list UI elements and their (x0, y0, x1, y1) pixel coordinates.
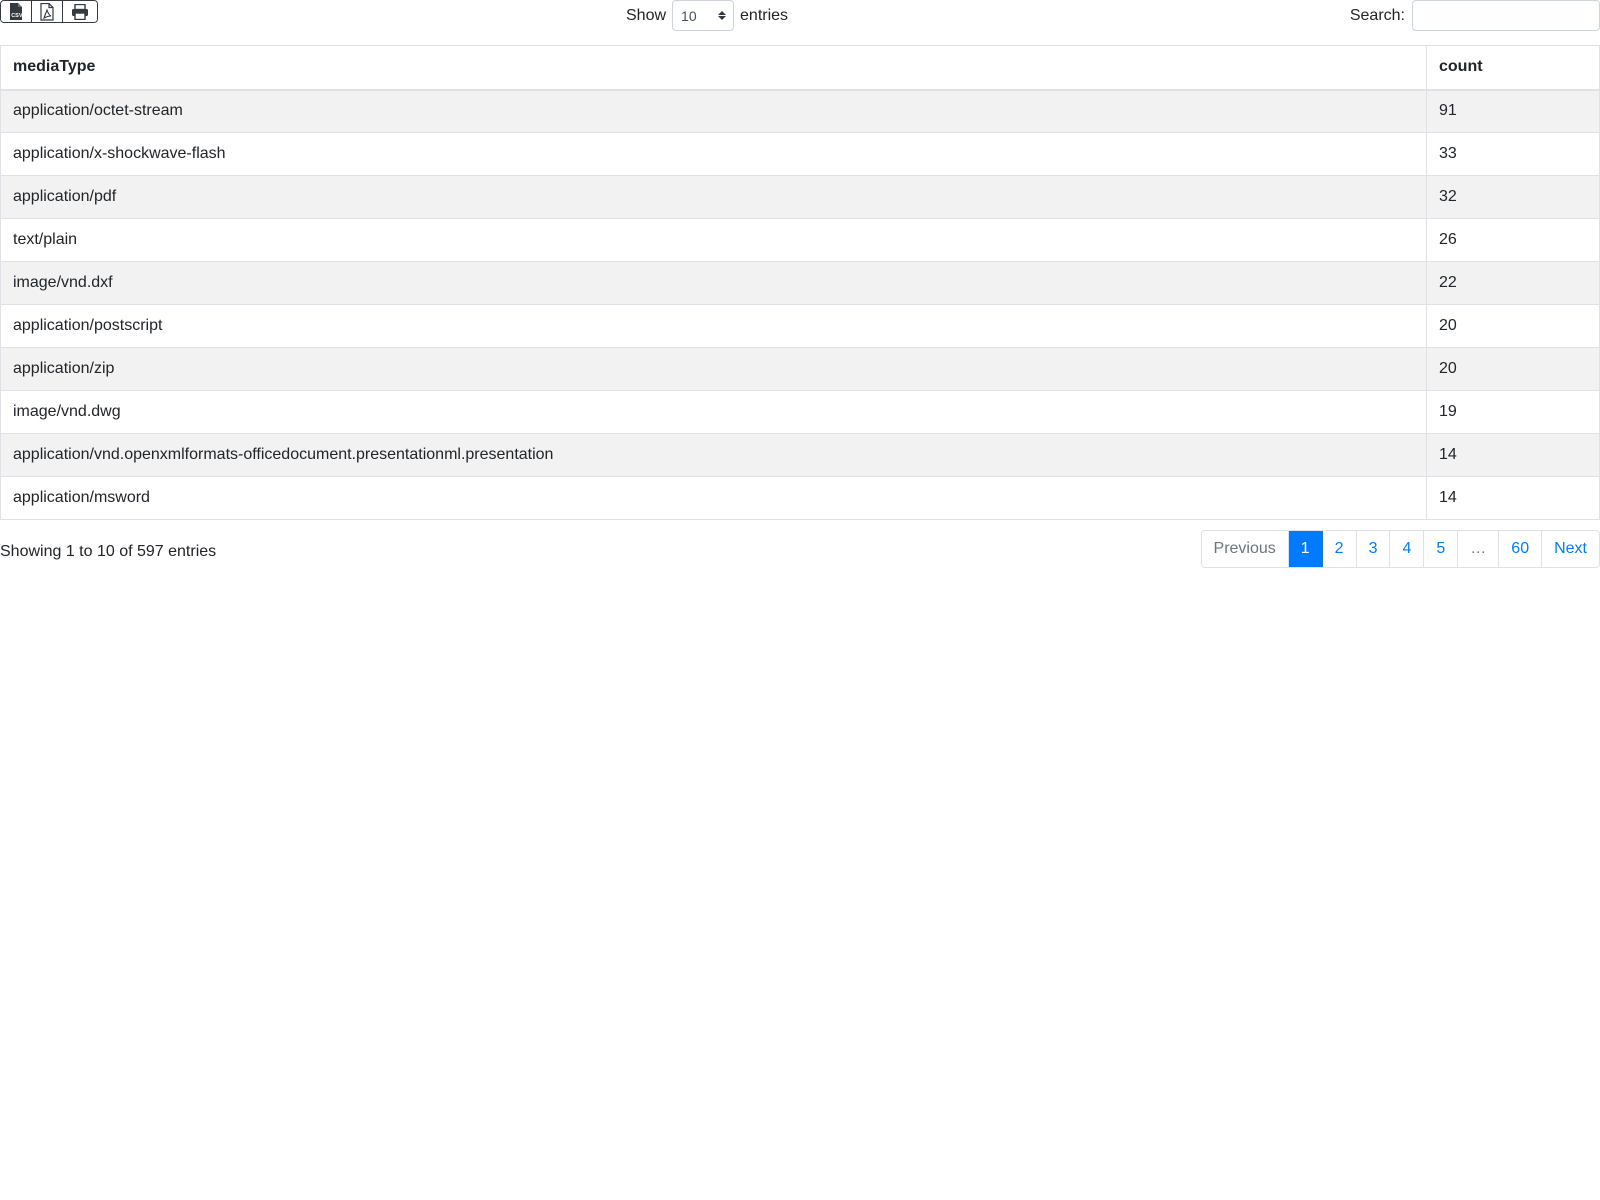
page-button-4[interactable]: 4 (1390, 531, 1425, 567)
cell-mediatype: application/vnd.openxmlformats-officedoc… (0, 433, 1427, 477)
search-control: Search: (1350, 0, 1600, 31)
table-row: application/vnd.openxmlformats-officedoc… (0, 433, 1600, 477)
svg-text:CSV: CSV (11, 13, 23, 19)
csv-file-icon: CSV (10, 2, 23, 20)
csv-export-button[interactable]: CSV (1, 1, 32, 22)
page-button-5[interactable]: 5 (1424, 531, 1459, 567)
table-row: application/pdf 32 (0, 175, 1600, 219)
pagination-ellipsis: … (1458, 531, 1500, 567)
cell-count: 20 (1426, 304, 1600, 348)
page-length-select[interactable]: 10 (672, 0, 735, 31)
table-row: image/vnd.dxf 22 (0, 261, 1600, 305)
pdf-export-button[interactable] (32, 1, 63, 22)
page-button-last[interactable]: 60 (1499, 531, 1543, 567)
cell-mediatype: application/postscript (0, 304, 1427, 348)
table-header-row: mediaType count (0, 45, 1600, 91)
cell-mediatype: application/pdf (0, 175, 1427, 219)
select-arrows-icon (718, 11, 727, 20)
print-button[interactable] (63, 1, 97, 22)
table-row: application/msword 14 (0, 476, 1600, 520)
cell-mediatype: image/vnd.dxf (0, 261, 1427, 305)
previous-page-button[interactable]: Previous (1201, 531, 1289, 567)
pagination: Previous 1 2 3 4 5 … 60 Next (1200, 530, 1600, 568)
table-row: application/octet-stream 91 (0, 89, 1600, 133)
media-type-table: mediaType count application/octet-stream… (0, 45, 1600, 520)
table-row: text/plain 26 (0, 218, 1600, 262)
cell-mediatype: application/zip (0, 347, 1427, 391)
datatable-page: CSV Show 10 entries Search: mediaType co… (0, 0, 1600, 1200)
cell-mediatype: text/plain (0, 218, 1427, 262)
cell-count: 33 (1426, 132, 1600, 176)
entries-label: entries (740, 6, 789, 24)
table-row: application/postscript 20 (0, 304, 1600, 348)
cell-mediatype: image/vnd.dwg (0, 390, 1427, 434)
column-header-mediatype[interactable]: mediaType (0, 45, 1427, 91)
cell-count: 32 (1426, 175, 1600, 219)
table-row: image/vnd.dwg 19 (0, 390, 1600, 434)
page-button-2[interactable]: 2 (1322, 531, 1357, 567)
table-info: Showing 1 to 10 of 597 entries (0, 543, 217, 560)
table-row: application/zip 20 (0, 347, 1600, 391)
cell-count: 14 (1426, 433, 1600, 477)
page-button-1[interactable]: 1 (1288, 531, 1323, 567)
search-input[interactable] (1412, 0, 1600, 31)
column-header-count[interactable]: count (1426, 45, 1600, 91)
cell-mediatype: application/msword (0, 476, 1427, 520)
cell-mediatype: application/octet-stream (0, 89, 1427, 133)
show-label: Show (626, 6, 667, 24)
next-page-button[interactable]: Next (1542, 531, 1599, 567)
cell-mediatype: application/x-shockwave-flash (0, 132, 1427, 176)
cell-count: 19 (1426, 390, 1600, 434)
page-length-value: 10 (681, 7, 697, 24)
page-button-3[interactable]: 3 (1356, 531, 1391, 567)
cell-count: 26 (1426, 218, 1600, 262)
print-icon (72, 3, 88, 20)
table-toolbar: CSV Show 10 entries Search: (0, 0, 1600, 44)
export-button-group: CSV (0, 0, 98, 23)
cell-count: 20 (1426, 347, 1600, 391)
page-length-control: Show 10 entries (626, 0, 788, 31)
search-label: Search: (1349, 6, 1405, 24)
cell-count: 91 (1426, 89, 1600, 133)
cell-count: 22 (1426, 261, 1600, 305)
pdf-file-icon (40, 2, 54, 21)
table-row: application/x-shockwave-flash 33 (0, 132, 1600, 176)
cell-count: 14 (1426, 476, 1600, 520)
